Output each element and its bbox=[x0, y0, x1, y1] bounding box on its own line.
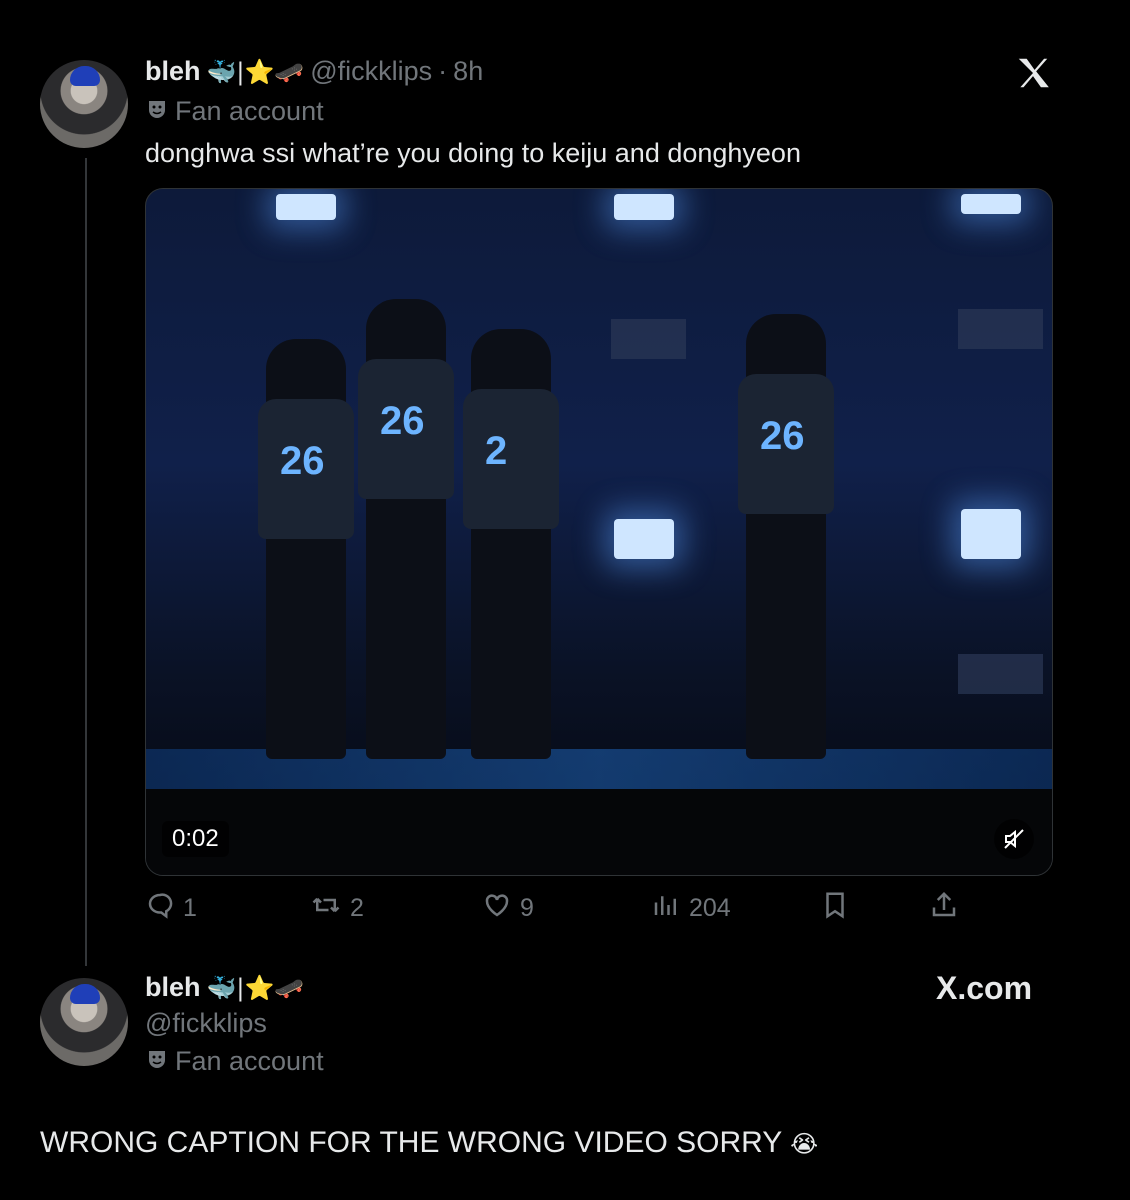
views-icon bbox=[651, 890, 681, 927]
video-time: 0:02 bbox=[162, 821, 229, 857]
stage-light bbox=[276, 194, 336, 220]
jersey-number: 26 bbox=[760, 414, 805, 458]
jersey: 26 bbox=[738, 374, 834, 514]
reply-button[interactable]: 1 bbox=[145, 890, 197, 927]
reply-count: 1 bbox=[183, 894, 197, 922]
mask-icon bbox=[145, 97, 169, 126]
mask-icon bbox=[145, 1047, 169, 1076]
avatar-cap bbox=[70, 66, 100, 86]
handle[interactable]: @fickklips bbox=[310, 56, 432, 87]
tweet-header: bleh 🐳|⭐🛹 @fickklips · 8h bbox=[145, 56, 483, 87]
crowd bbox=[146, 789, 1052, 875]
jersey-number: 2 bbox=[485, 429, 508, 473]
heart-icon bbox=[482, 890, 512, 927]
timestamp[interactable]: 8h bbox=[453, 56, 483, 87]
caption-text: WRONG CAPTION FOR THE WRONG VIDEO SORRY bbox=[40, 1126, 782, 1159]
stage-panel bbox=[958, 309, 1043, 349]
x-logo-icon[interactable] bbox=[1014, 54, 1052, 97]
video-player[interactable]: 26 26 2 26 0:02 bbox=[145, 188, 1053, 876]
repost-icon bbox=[310, 890, 342, 927]
jersey: 2 bbox=[463, 389, 559, 529]
performer: 2 bbox=[463, 329, 559, 759]
avatar-cap bbox=[70, 984, 100, 1004]
reply-icon bbox=[145, 890, 175, 927]
stage-light bbox=[614, 194, 674, 220]
avatar[interactable] bbox=[40, 978, 128, 1066]
mute-icon[interactable] bbox=[994, 819, 1034, 859]
jersey: 26 bbox=[258, 399, 354, 539]
tweet-actions: 1 2 9 204 bbox=[145, 890, 965, 930]
profile-card-name: bleh 🐳|⭐🛹 bbox=[145, 972, 304, 1003]
repost-button[interactable]: 2 bbox=[310, 890, 364, 927]
handle[interactable]: @fickklips bbox=[145, 1008, 267, 1039]
tweet-text: donghwa ssi what’re you doing to keiju a… bbox=[145, 138, 801, 168]
display-name[interactable]: bleh bbox=[145, 972, 201, 1003]
caption: WRONG CAPTION FOR THE WRONG VIDEO SORRY … bbox=[40, 1126, 818, 1160]
display-name[interactable]: bleh bbox=[145, 56, 201, 87]
views-button[interactable]: 204 bbox=[651, 890, 731, 927]
avatar[interactable] bbox=[40, 60, 128, 148]
fan-account-text: Fan account bbox=[175, 1046, 324, 1076]
name-badges: 🐳|⭐🛹 bbox=[206, 57, 305, 86]
fan-account-label: Fan account bbox=[145, 1046, 324, 1077]
name-badges: 🐳|⭐🛹 bbox=[206, 973, 305, 1002]
fan-account-text: Fan account bbox=[175, 96, 324, 126]
like-button[interactable]: 9 bbox=[482, 890, 534, 927]
stage-light bbox=[614, 519, 674, 559]
jersey: 26 bbox=[358, 359, 454, 499]
performer: 26 bbox=[258, 339, 354, 759]
share-icon[interactable] bbox=[929, 890, 959, 920]
stage-light bbox=[961, 509, 1021, 559]
stage-panel bbox=[611, 319, 686, 359]
stage-panel bbox=[958, 654, 1043, 694]
performer: 26 bbox=[738, 314, 834, 759]
performer: 26 bbox=[358, 299, 454, 759]
crying-emoji-icon: 😭 bbox=[790, 1130, 819, 1158]
thread-line bbox=[85, 158, 87, 966]
view-count: 204 bbox=[689, 894, 731, 922]
jersey-number: 26 bbox=[280, 439, 325, 483]
like-count: 9 bbox=[520, 894, 534, 922]
dot-separator: · bbox=[438, 56, 448, 86]
jersey-number: 26 bbox=[380, 399, 425, 443]
bookmark-icon[interactable] bbox=[820, 890, 850, 920]
fan-account-label: Fan account bbox=[145, 96, 324, 127]
stage-light bbox=[961, 194, 1021, 214]
xcom-brand[interactable]: X.com bbox=[936, 970, 1032, 1007]
repost-count: 2 bbox=[350, 894, 364, 922]
